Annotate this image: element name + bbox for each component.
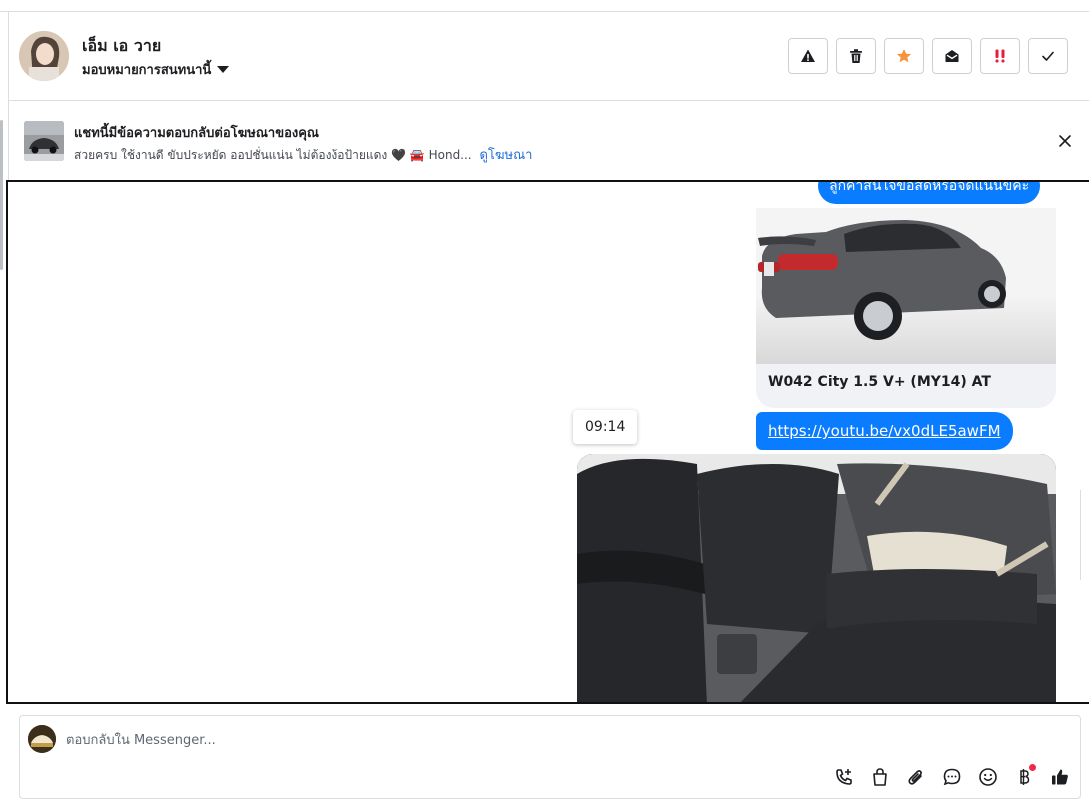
youtube-link[interactable]: https://youtu.be/vx0dLE5awFM (756, 412, 1013, 450)
follow-up-button[interactable] (980, 38, 1020, 74)
double-exclamation-icon (995, 49, 1005, 63)
call-add-icon (836, 769, 852, 785)
ad-description-text: สวยครบ ใช้งานดี ขับประหยัด ออปชั่นแน่น ไ… (74, 148, 472, 162)
chat-bubble-icon (943, 768, 961, 786)
right-scrollbar[interactable] (1080, 490, 1089, 580)
thumbs-up-icon (1052, 769, 1068, 785)
warning-icon (801, 49, 815, 62)
view-ad-link[interactable]: ดูโฆษณา (479, 148, 532, 163)
emoji-icon (979, 768, 997, 786)
message-timestamp: 09:14 (573, 410, 638, 444)
conversation-header: เอ็ม เอ วาย มอบหมายการสนทนานี้ (8, 12, 1089, 101)
close-icon (1059, 135, 1071, 147)
reply-composer (19, 715, 1081, 799)
call-add-button[interactable] (830, 763, 858, 791)
star-icon (897, 49, 911, 63)
star-button[interactable] (884, 38, 924, 74)
mark-unread-button[interactable] (932, 38, 972, 74)
message-input[interactable] (66, 730, 766, 750)
delete-button[interactable] (836, 38, 876, 74)
message-bubble-outgoing[interactable]: ลูกค้าสนใจข้อสดหรือจัดแนนขคะ (818, 182, 1041, 204)
assign-label: มอบหมายการสนทนานี้ (82, 63, 212, 78)
paperclip-icon (908, 770, 922, 785)
notification-dot (1029, 764, 1036, 771)
emoji-button[interactable] (974, 763, 1002, 791)
check-icon (1042, 51, 1054, 61)
shop-button[interactable] (866, 763, 894, 791)
car-interior-photo[interactable] (577, 454, 1056, 702)
shopping-bag-icon (873, 768, 887, 786)
product-image[interactable] (756, 208, 1056, 364)
ad-thumbnail[interactable] (24, 121, 64, 161)
top-divider (0, 0, 1089, 12)
product-card-title: W042 City 1.5 V+ (MY14) AT (768, 374, 991, 390)
contact-avatar[interactable] (19, 31, 69, 81)
trash-icon (850, 49, 862, 63)
product-card[interactable]: W042 City 1.5 V+ (MY14) AT (756, 208, 1056, 408)
payment-button[interactable] (1010, 763, 1038, 791)
envelope-open-icon (945, 50, 959, 62)
ad-banner-title: แชทนี้มีข้อความตอบกลับต่อโฆษณาของคุณ (74, 126, 319, 141)
ad-reply-banner: แชทนี้มีข้อความตอบกลับต่อโฆษณาของคุณ สวย… (8, 101, 1089, 180)
header-actions (788, 38, 1068, 74)
composer-tools (830, 763, 1074, 791)
page-avatar (28, 725, 56, 753)
send-like-button[interactable] (1046, 763, 1074, 791)
close-banner-button[interactable] (1053, 129, 1077, 153)
report-spam-button[interactable] (788, 38, 828, 74)
assign-conversation-dropdown[interactable]: มอบหมายการสนทนานี้ (82, 59, 230, 80)
caret-down-icon (217, 66, 230, 73)
saved-replies-button[interactable] (938, 763, 966, 791)
contact-name[interactable]: เอ็ม เอ วาย (82, 34, 161, 59)
ad-banner-description: สวยครบ ใช้งานดี ขับประหยัด ออปชั่นแน่น ไ… (74, 144, 532, 165)
left-scrollbar[interactable] (0, 120, 3, 270)
message-thread[interactable]: ลูกค้าสนใจข้อสดหรือจัดแนนขคะ W042 City 1… (6, 180, 1089, 704)
attach-button[interactable] (902, 763, 930, 791)
mark-done-button[interactable] (1028, 38, 1068, 74)
